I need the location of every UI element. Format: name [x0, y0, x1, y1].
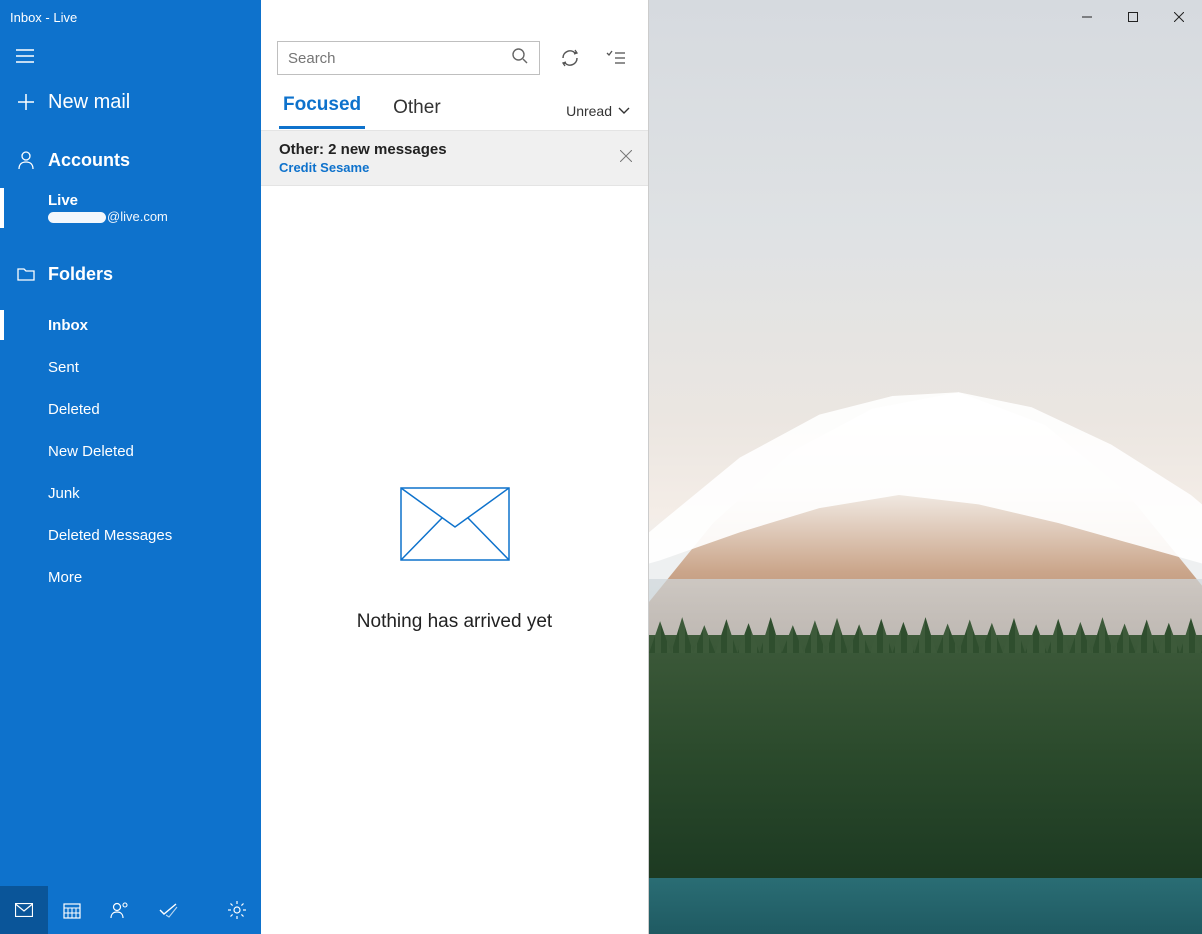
redacted-text	[48, 212, 106, 223]
tab-other[interactable]: Other	[389, 97, 445, 129]
folder-item-inbox[interactable]: Inbox	[0, 304, 261, 346]
folders-header[interactable]: Folders	[0, 250, 261, 298]
envelope-icon	[400, 487, 510, 561]
calendar-app-button[interactable]	[48, 886, 96, 934]
folder-label: Deleted	[48, 401, 100, 418]
settings-button[interactable]	[213, 886, 261, 934]
folder-label: Sent	[48, 359, 79, 376]
folder-label: Deleted Messages	[48, 527, 172, 544]
message-list-pane: Focused Other Unread Other: 2 new messag…	[261, 0, 649, 934]
close-button[interactable]	[1156, 0, 1202, 34]
account-email: @live.com	[48, 209, 261, 224]
minimize-button[interactable]	[1064, 0, 1110, 34]
app-root: Inbox - Live New mail	[0, 0, 1202, 934]
empty-state: Nothing has arrived yet	[261, 186, 648, 934]
tab-focused[interactable]: Focused	[279, 94, 365, 129]
todo-app-button[interactable]	[144, 886, 192, 934]
notice-dismiss-button[interactable]	[620, 149, 632, 167]
hamburger-button[interactable]	[0, 34, 50, 78]
folder-label: Inbox	[48, 317, 88, 334]
folder-label: More	[48, 569, 82, 586]
folder-item-sent[interactable]: Sent	[0, 346, 261, 388]
folder-item-more[interactable]: More	[0, 556, 261, 598]
gear-icon	[228, 901, 246, 919]
new-mail-button[interactable]: New mail	[0, 78, 261, 126]
person-icon	[12, 151, 40, 169]
folder-item-deleted[interactable]: Deleted	[0, 388, 261, 430]
empty-message: Nothing has arrived yet	[357, 611, 552, 633]
folder-list: Inbox Sent Deleted New Deleted Junk Dele…	[0, 298, 261, 598]
window-title: Inbox - Live	[0, 10, 77, 25]
notice-title: Other: 2 new messages	[279, 141, 630, 158]
sidebar-bottom-bar	[0, 886, 261, 934]
calendar-icon	[63, 901, 81, 919]
background-lake	[649, 878, 1202, 934]
reading-pane	[649, 0, 1202, 934]
refresh-icon	[560, 48, 580, 68]
folder-icon	[12, 267, 40, 281]
search-icon	[511, 47, 529, 70]
inbox-tabs: Focused Other Unread	[261, 82, 648, 130]
search-box[interactable]	[277, 41, 540, 75]
maximize-button[interactable]	[1110, 0, 1156, 34]
search-input[interactable]	[288, 50, 511, 67]
hamburger-icon	[16, 49, 34, 63]
accounts-label: Accounts	[40, 150, 130, 171]
sync-button[interactable]	[554, 42, 586, 74]
mail-app-button[interactable]	[0, 886, 48, 934]
new-mail-label: New mail	[40, 91, 130, 114]
account-item-live[interactable]: Live @live.com	[0, 184, 261, 232]
maximize-icon	[1128, 12, 1138, 22]
folder-item-deleted-messages[interactable]: Deleted Messages	[0, 514, 261, 556]
checklist-icon	[606, 50, 626, 66]
close-icon	[620, 150, 632, 162]
folders-label: Folders	[40, 264, 113, 285]
folder-item-junk[interactable]: Junk	[0, 472, 261, 514]
account-name: Live	[48, 192, 261, 209]
checkmark-icon	[158, 902, 178, 918]
folder-label: New Deleted	[48, 443, 134, 460]
people-icon	[110, 901, 130, 919]
close-icon	[1174, 12, 1184, 22]
titlebar: Inbox - Live	[0, 0, 1202, 34]
window-controls	[1064, 0, 1202, 34]
mail-icon	[15, 903, 33, 917]
notice-subtitle: Credit Sesame	[279, 160, 630, 175]
minimize-icon	[1082, 12, 1092, 22]
sidebar: New mail Accounts Live @live.com Folders…	[0, 0, 261, 934]
folder-item-new-deleted[interactable]: New Deleted	[0, 430, 261, 472]
chevron-down-icon	[618, 107, 630, 115]
people-app-button[interactable]	[96, 886, 144, 934]
accounts-header[interactable]: Accounts	[0, 136, 261, 184]
folder-label: Junk	[48, 485, 80, 502]
filter-label: Unread	[566, 103, 612, 119]
list-toolbar	[261, 34, 648, 82]
plus-icon	[12, 93, 40, 111]
select-mode-button[interactable]	[600, 42, 632, 74]
other-inbox-notice[interactable]: Other: 2 new messages Credit Sesame	[261, 130, 648, 186]
filter-dropdown[interactable]: Unread	[566, 103, 630, 129]
